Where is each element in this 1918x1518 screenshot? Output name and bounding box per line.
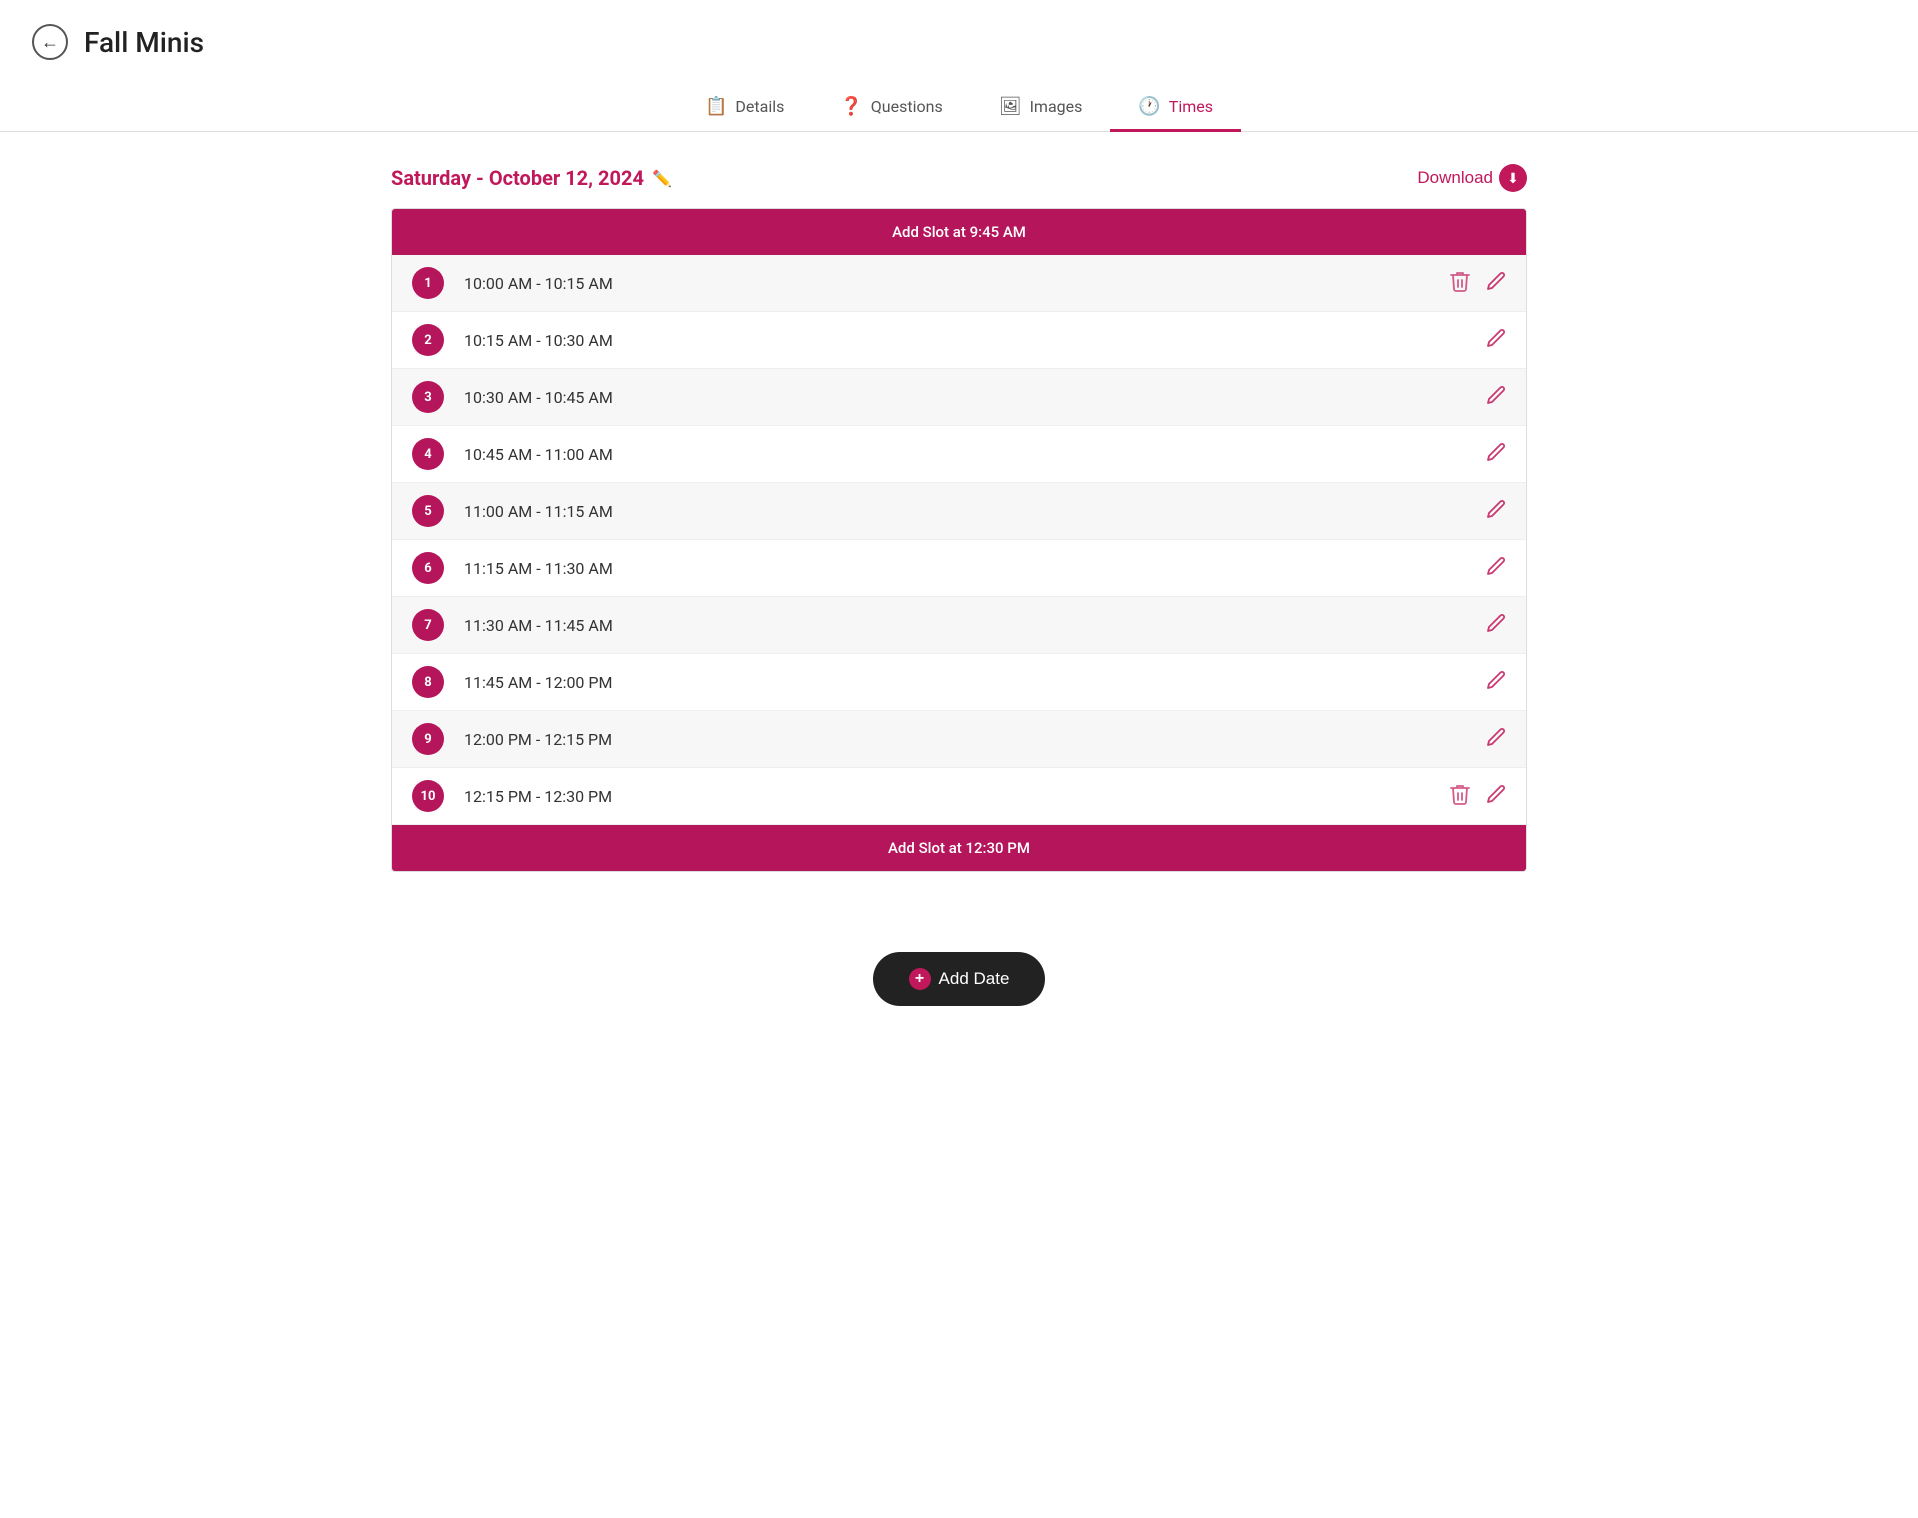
slot-time-3: 10:30 AM - 10:45 AM: [464, 388, 1486, 407]
slot-row-4: 4 10:45 AM - 11:00 AM: [392, 426, 1526, 483]
tab-details[interactable]: 📋 Details: [677, 84, 812, 132]
schedule-container: Add Slot at 9:45 AM 1 10:00 AM - 10:15 A…: [391, 208, 1527, 872]
slot-actions-7: [1486, 613, 1506, 638]
slot-time-2: 10:15 AM - 10:30 AM: [464, 331, 1486, 350]
edit-slot-1-icon[interactable]: [1486, 271, 1506, 296]
slot-time-5: 11:00 AM - 11:15 AM: [464, 502, 1486, 521]
edit-slot-7-icon[interactable]: [1486, 613, 1506, 638]
questions-icon: ❓: [840, 96, 862, 117]
edit-date-icon[interactable]: ✏️: [652, 169, 672, 188]
tab-times[interactable]: 🕐 Times: [1110, 84, 1241, 132]
slot-number-8: 8: [412, 666, 444, 698]
slot-number-4: 4: [412, 438, 444, 470]
edit-slot-3-icon[interactable]: [1486, 385, 1506, 410]
slot-time-9: 12:00 PM - 12:15 PM: [464, 730, 1486, 749]
slot-number-5: 5: [412, 495, 444, 527]
slot-actions-10: [1450, 783, 1506, 810]
plus-icon: +: [909, 968, 931, 990]
slot-time-8: 11:45 AM - 12:00 PM: [464, 673, 1486, 692]
slot-row-3: 3 10:30 AM - 10:45 AM: [392, 369, 1526, 426]
details-icon: 📋: [705, 96, 727, 117]
slot-actions-9: [1486, 727, 1506, 752]
download-button[interactable]: Download ⬇: [1417, 164, 1527, 192]
date-header: Saturday - October 12, 2024 ✏️ Download …: [391, 164, 1527, 192]
main-content: Saturday - October 12, 2024 ✏️ Download …: [359, 132, 1559, 1078]
slot-row-6: 6 11:15 AM - 11:30 AM: [392, 540, 1526, 597]
images-icon: 🖼: [999, 96, 1022, 117]
slot-actions-3: [1486, 385, 1506, 410]
edit-slot-5-icon[interactable]: [1486, 499, 1506, 524]
slot-row-7: 7 11:30 AM - 11:45 AM: [392, 597, 1526, 654]
date-title-group: Saturday - October 12, 2024 ✏️: [391, 166, 672, 190]
tab-questions-label: Questions: [871, 97, 943, 116]
edit-slot-9-icon[interactable]: [1486, 727, 1506, 752]
slot-number-10: 10: [412, 780, 444, 812]
slot-number-7: 7: [412, 609, 444, 641]
slot-row-2: 2 10:15 AM - 10:30 AM: [392, 312, 1526, 369]
back-arrow-icon: ←: [41, 32, 59, 53]
slot-number-3: 3: [412, 381, 444, 413]
times-icon: 🕐: [1138, 96, 1160, 117]
slot-actions-4: [1486, 442, 1506, 467]
tab-images-label: Images: [1030, 97, 1083, 116]
download-label: Download: [1417, 168, 1493, 188]
add-slot-bottom-label: Add Slot at 12:30 PM: [888, 839, 1030, 857]
slot-row-5: 5 11:00 AM - 11:15 AM: [392, 483, 1526, 540]
tab-questions[interactable]: ❓ Questions: [812, 84, 970, 132]
add-date-label: Add Date: [939, 969, 1010, 989]
slot-time-4: 10:45 AM - 11:00 AM: [464, 445, 1486, 464]
edit-slot-8-icon[interactable]: [1486, 670, 1506, 695]
add-date-button[interactable]: + Add Date: [873, 952, 1046, 1006]
slot-time-10: 12:15 PM - 12:30 PM: [464, 787, 1450, 806]
page-title: Fall Minis: [84, 26, 204, 59]
slot-actions-8: [1486, 670, 1506, 695]
add-slot-top-label: Add Slot at 9:45 AM: [892, 223, 1026, 241]
slot-number-6: 6: [412, 552, 444, 584]
date-title-text: Saturday - October 12, 2024: [391, 166, 644, 190]
tabs-container: 📋 Details ❓ Questions 🖼 Images 🕐 Times: [0, 84, 1918, 132]
tab-images[interactable]: 🖼 Images: [971, 84, 1111, 132]
slot-time-6: 11:15 AM - 11:30 AM: [464, 559, 1486, 578]
slot-number-9: 9: [412, 723, 444, 755]
tab-times-label: Times: [1169, 97, 1213, 116]
slot-number-2: 2: [412, 324, 444, 356]
slot-actions-1: [1450, 270, 1506, 297]
slot-row-10: 10 12:15 PM - 12:30 PM: [392, 768, 1526, 825]
add-slot-top-button[interactable]: Add Slot at 9:45 AM: [392, 209, 1526, 255]
back-button[interactable]: ←: [32, 24, 68, 60]
tab-details-label: Details: [735, 97, 784, 116]
slot-time-7: 11:30 AM - 11:45 AM: [464, 616, 1486, 635]
slot-row-8: 8 11:45 AM - 12:00 PM: [392, 654, 1526, 711]
add-slot-bottom-button[interactable]: Add Slot at 12:30 PM: [392, 825, 1526, 871]
edit-slot-4-icon[interactable]: [1486, 442, 1506, 467]
edit-slot-6-icon[interactable]: [1486, 556, 1506, 581]
slot-actions-2: [1486, 328, 1506, 353]
slot-row-9: 9 12:00 PM - 12:15 PM: [392, 711, 1526, 768]
edit-slot-2-icon[interactable]: [1486, 328, 1506, 353]
slot-actions-5: [1486, 499, 1506, 524]
delete-slot-10-icon[interactable]: [1450, 783, 1470, 810]
download-icon: ⬇: [1499, 164, 1527, 192]
slot-time-1: 10:00 AM - 10:15 AM: [464, 274, 1450, 293]
slot-actions-6: [1486, 556, 1506, 581]
slot-row-1: 1 10:00 AM - 10:15 AM: [392, 255, 1526, 312]
slot-number-1: 1: [412, 267, 444, 299]
delete-slot-1-icon[interactable]: [1450, 270, 1470, 297]
page-header: ← Fall Minis: [0, 0, 1918, 84]
edit-slot-10-icon[interactable]: [1486, 784, 1506, 809]
